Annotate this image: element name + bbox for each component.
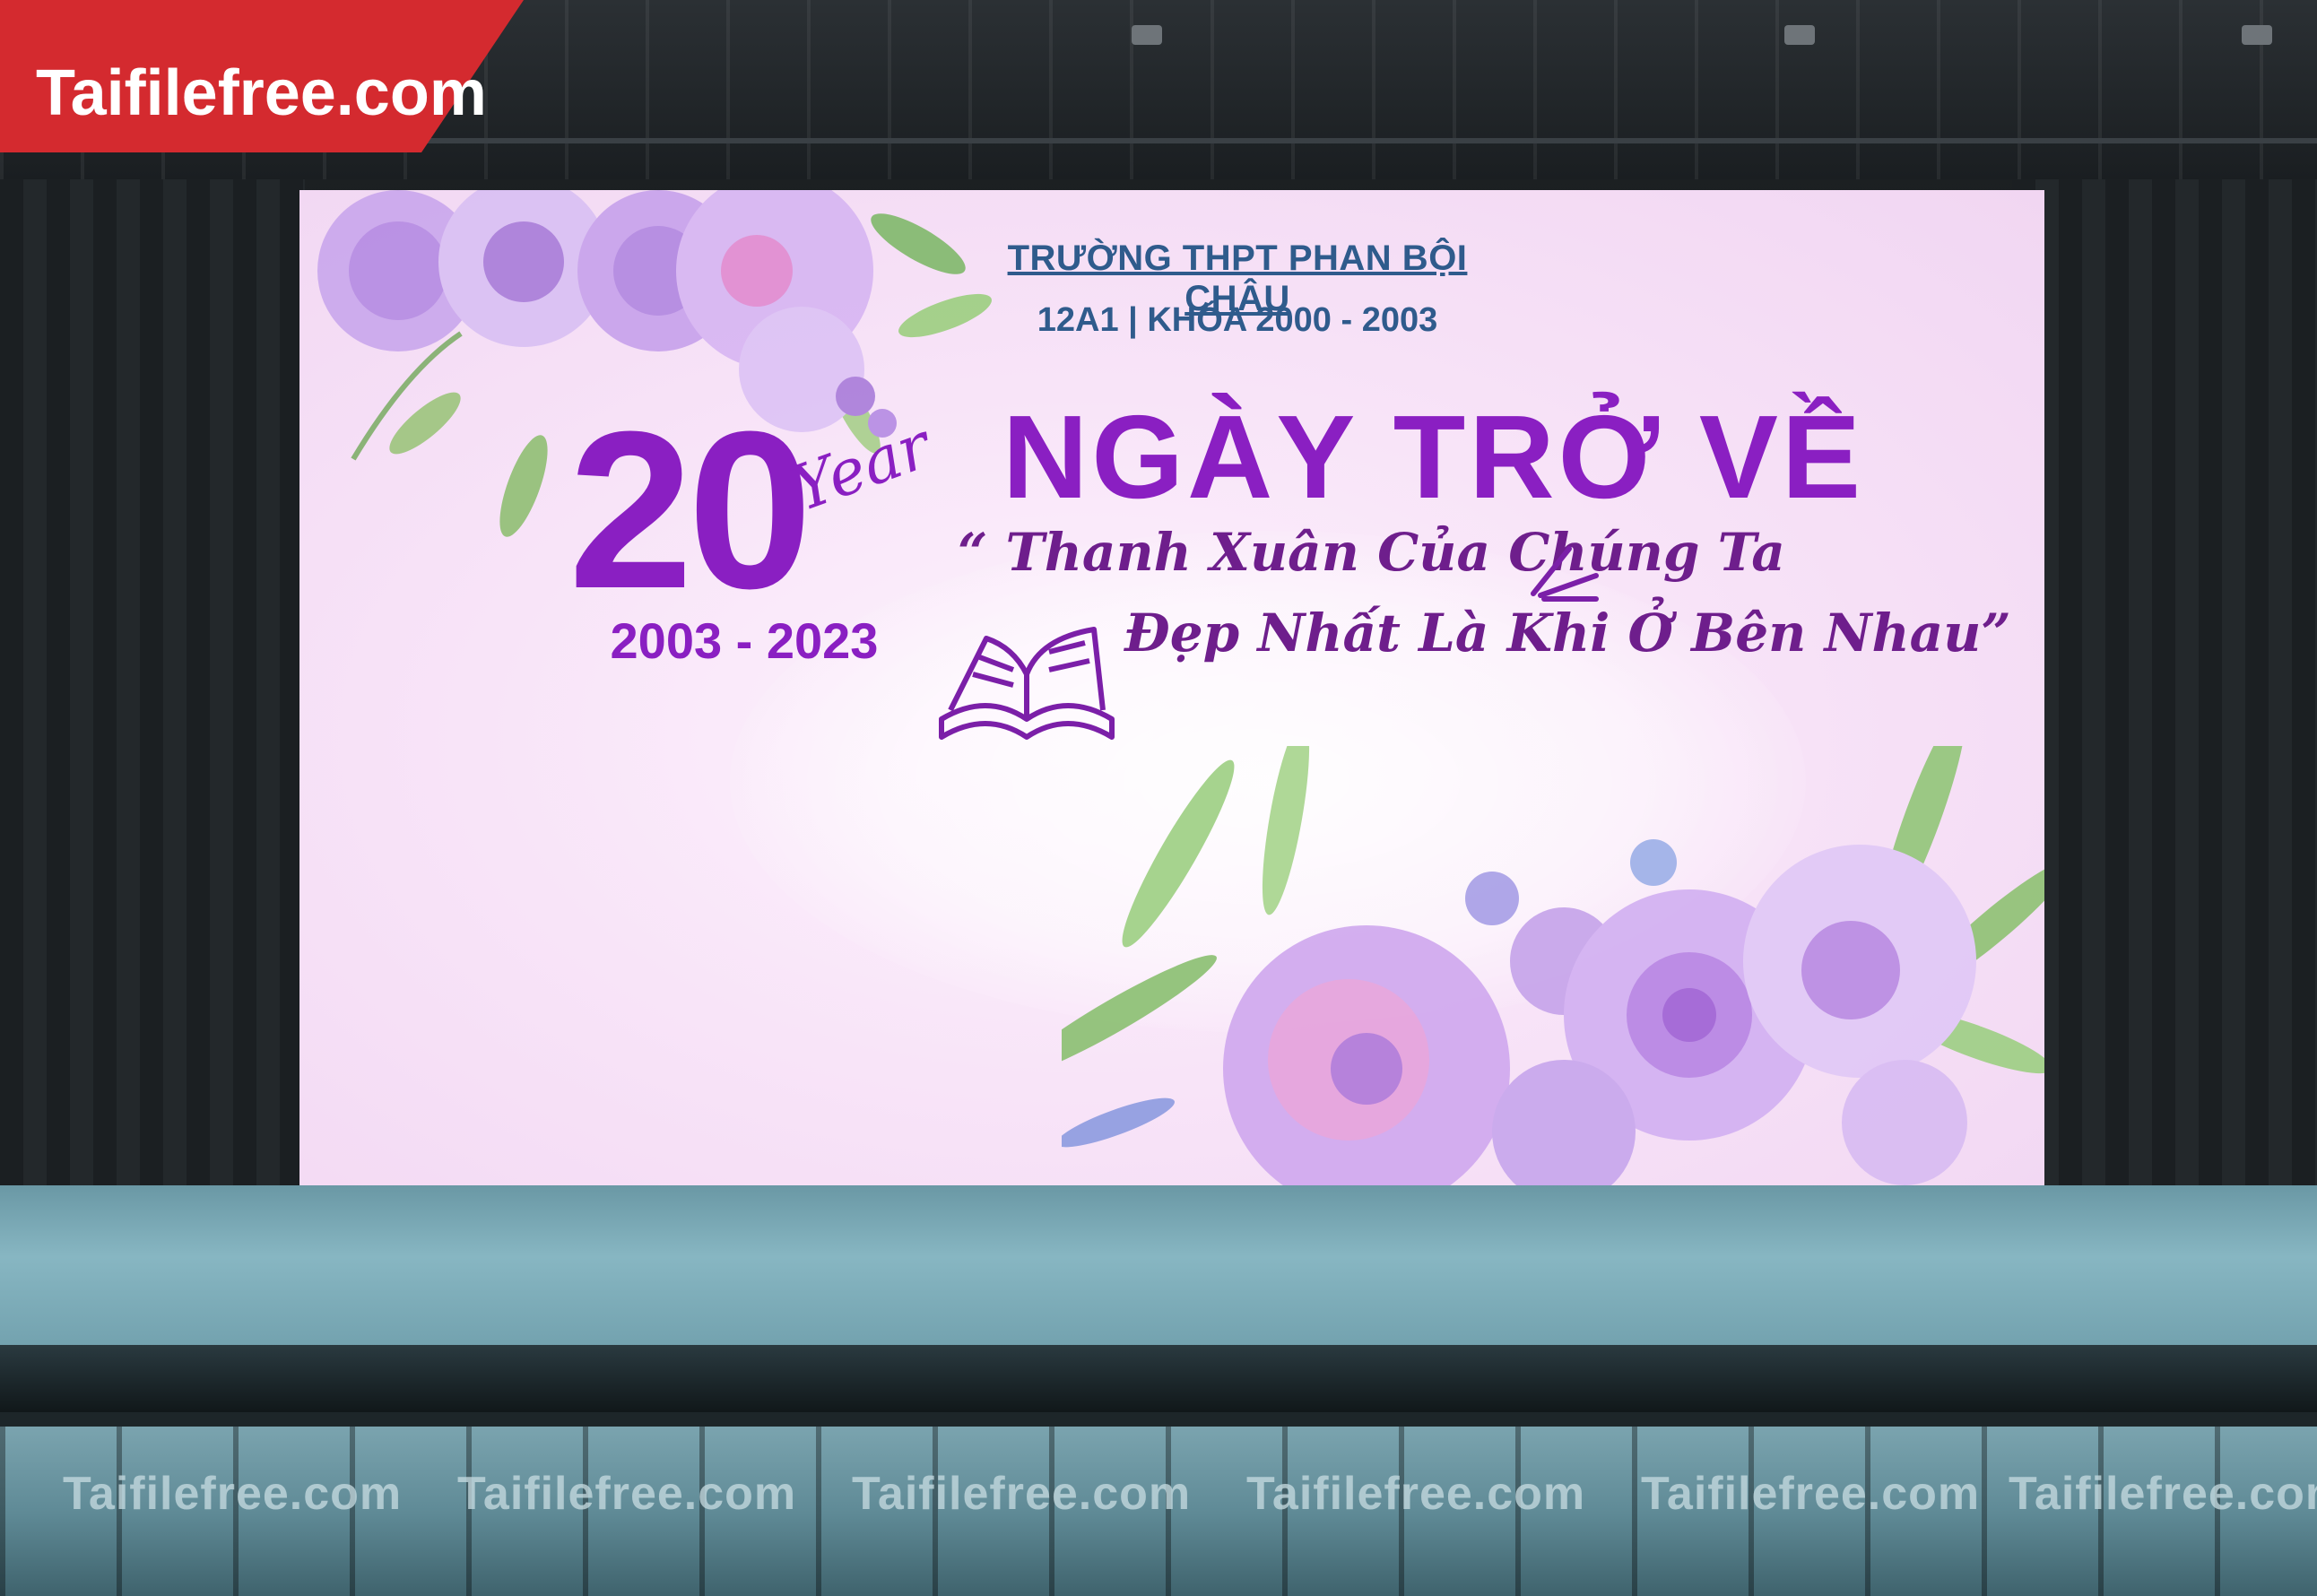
curtain-right [2012,179,2317,1193]
spotlight-icon [1784,25,1815,45]
quote-line-2: Đẹp Nhất Là Khi Ở Bên Nhau” [1124,603,2011,664]
spotlight-icon [1132,25,1162,45]
flower-cluster-bottom-right [1062,746,2044,1185]
anniversary-number: 20 [568,385,812,635]
watermark-text: Taifilefree.com [457,1468,797,1520]
spark-icon [1531,546,1599,602]
watermark-text: Taifilefree.com [852,1468,1192,1520]
curtain-left [0,179,305,1193]
stage-floor [0,1185,2317,1365]
spotlight-icon [2242,25,2272,45]
quote-line-1: “ Thanh Xuân Của Chúng Ta [958,522,1785,583]
main-title: NGÀY TRỞ VỀ [1002,391,1864,523]
book-icon [939,627,1115,740]
watermark-text: Taifilefree.com [1246,1468,1586,1520]
reunion-banner: TRƯỜNG THPT PHAN BỘI CHÂU 12A1 | KHÓA 20… [299,190,2044,1185]
year-range: 2003 - 2023 [610,612,879,669]
site-logo: Taifilefree.com [0,0,524,152]
watermark-text: Taifilefree.com [1641,1468,1981,1520]
watermark-text: Taifilefree.com [2009,1468,2317,1520]
site-logo-text: Taifilefree.com [36,57,487,129]
stage-edge [0,1345,2317,1417]
front-rail [0,1412,2317,1427]
watermark-text: Taifilefree.com [63,1468,403,1520]
class-info: 12A1 | KHÓA 2000 - 2003 [1037,301,1438,339]
